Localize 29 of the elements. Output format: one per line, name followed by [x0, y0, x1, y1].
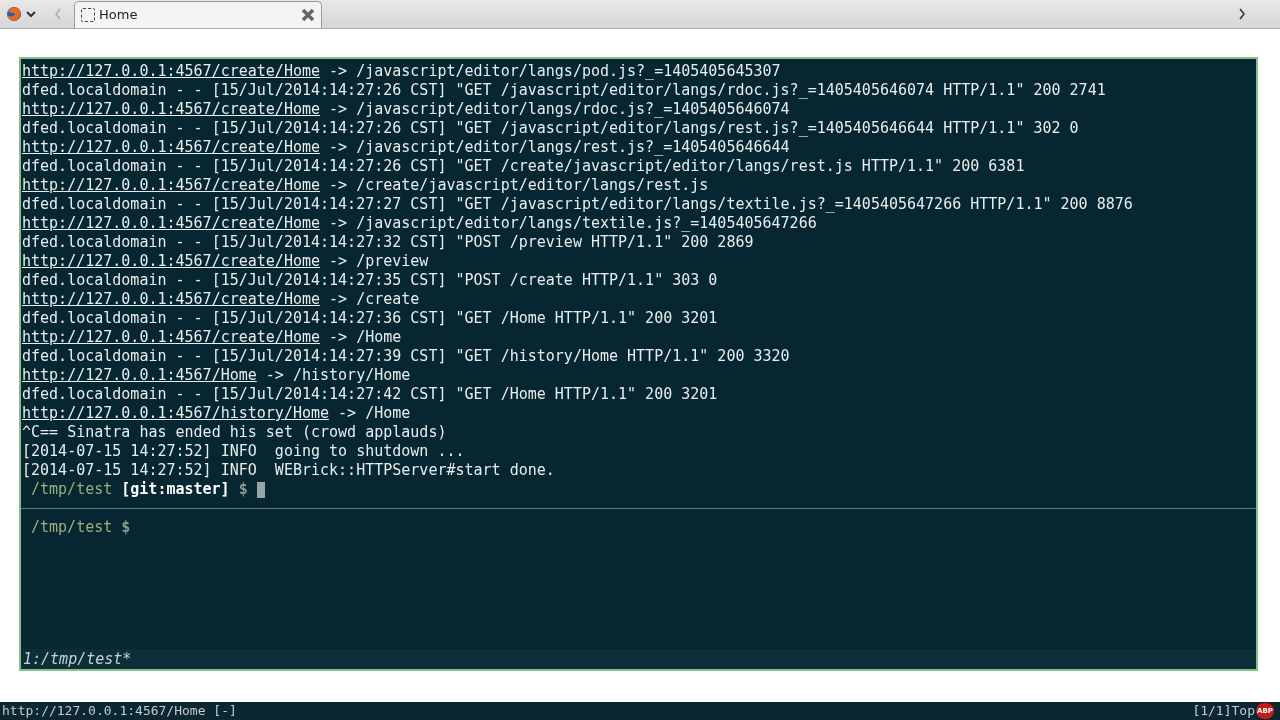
tab-title: Home — [99, 6, 138, 25]
log-text: -> /javascript/editor/langs/rdoc.js?_=1405405646074 — [328, 99, 790, 121]
log-text: -> /create/javascript/editor/langs/rest.js — [328, 175, 709, 197]
log-line: [2014-07-15 14:27:52] INFO WEBrick::HTTPServer#start done. — [22, 460, 555, 481]
browser-logo-icon[interactable] — [6, 6, 22, 22]
log-line: [2014-07-15 14:27:52] INFO going to shutdown ... — [22, 441, 465, 463]
dropdown-icon[interactable] — [26, 10, 36, 18]
scroll-right-icon[interactable] — [1238, 8, 1246, 20]
log-text: -> /javascript/editor/langs/textile.js?_=1405405647266 — [328, 213, 817, 235]
log-text: -> /javascript/editor/langs/pod.js?_=1405405645307 — [328, 61, 781, 83]
prompt-path: /tmp/test — [31, 517, 113, 539]
prompt-path: /tmp/test — [31, 479, 113, 501]
log-line: ^C== Sinatra has ended his set (crowd applauds) — [22, 422, 447, 444]
prompt-symbol: $ — [121, 517, 131, 539]
log-text: -> /history/Home — [264, 365, 411, 387]
log-link[interactable]: http://127.0.0.1:4567/create/Home — [22, 60, 320, 83]
browser-tab[interactable]: Home — [74, 1, 322, 28]
prompt-symbol: $ — [238, 479, 248, 501]
log-text: -> /Home — [328, 327, 402, 349]
page-icon — [81, 8, 95, 22]
log-text: -> /javascript/editor/langs/rest.js?_=1405405646644 — [328, 137, 790, 159]
git-branch: [git:master] — [121, 479, 230, 501]
log-text: -> /preview — [328, 251, 429, 273]
link-url: http://127.0.0.1:4567/Home [-] — [2, 702, 237, 720]
close-icon[interactable] — [301, 8, 315, 22]
log-text: -> /Home — [337, 403, 411, 425]
scroll-position: [1/1]Top — [1192, 702, 1255, 720]
log-text: -> /create — [328, 289, 420, 311]
window-name[interactable]: 1:/tmp/test* — [23, 647, 132, 671]
